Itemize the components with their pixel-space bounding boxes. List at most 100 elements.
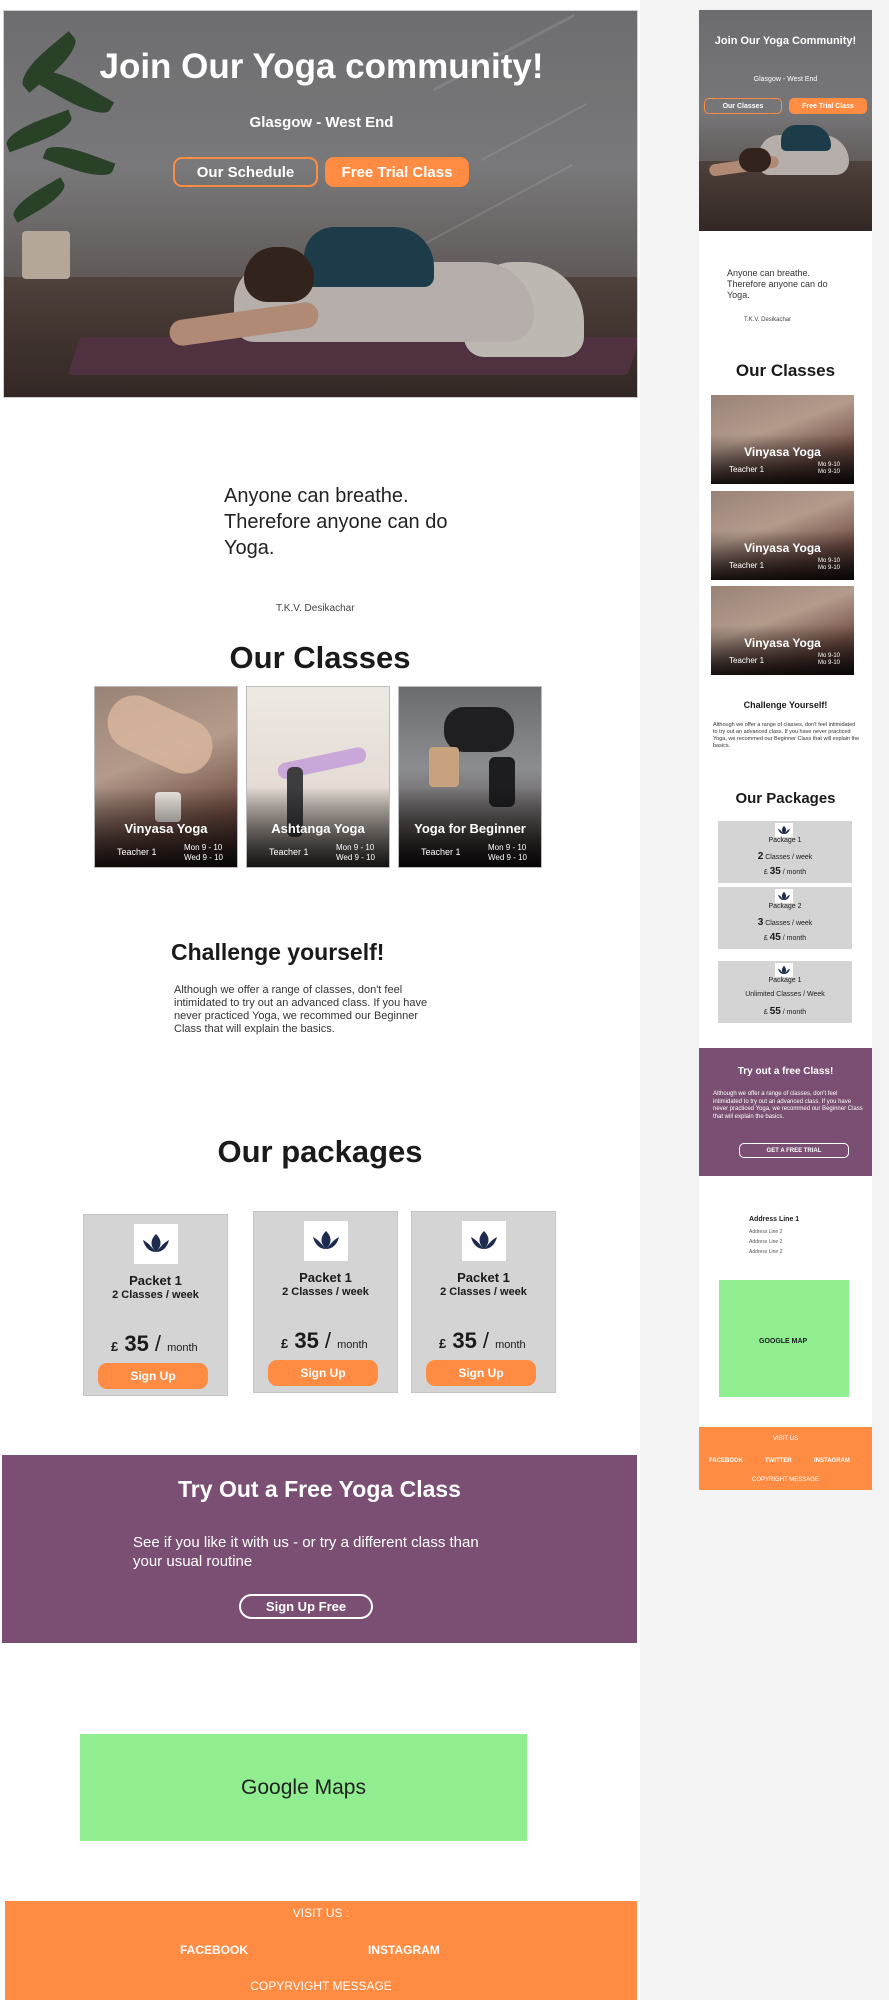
quote-text: Anyone can breathe. Therefore anyone can… xyxy=(224,485,448,559)
mobile-package-name: Package 1 xyxy=(768,977,802,984)
mobile-google-map-placeholder[interactable]: GOOGLE MAP xyxy=(719,1280,849,1397)
hero-title: Join Our Yoga community! xyxy=(99,47,544,86)
facebook-link[interactable]: FACEBOOK xyxy=(180,1943,248,1957)
mobile-instagram-link[interactable]: INSTAGRAM xyxy=(814,1458,850,1464)
mobile-package-name: Package 1 xyxy=(768,837,802,844)
mobile-class-times: Mo 9-10 Mo 9-10 xyxy=(817,653,840,666)
lotus-icon xyxy=(775,963,793,977)
package-classes: 2 Classes / week xyxy=(112,1289,199,1301)
mobile-package-classes: 2 Classes / week xyxy=(757,851,813,862)
mobile-hero-subtitle: Glasgow - West End xyxy=(753,76,818,83)
challenge-text: Although we offer a range of classes, do… xyxy=(174,984,428,1035)
mobile-footer: VISIT US FACEBOOK TWITTER INSTAGRAM COPY… xyxy=(699,1427,872,1490)
trial-title: Try Out a Free Yoga Class xyxy=(178,1476,461,1502)
class-teacher: Teacher 1 xyxy=(117,847,157,857)
mobile-challenge-title: Challenge Yourself! xyxy=(743,700,828,710)
footer-visit-us: VISIT US : xyxy=(292,1906,350,1920)
package-price: £ 35/ month xyxy=(111,1331,198,1356)
mobile-trial-title: Try out a free Class! xyxy=(737,1066,834,1077)
mobile-quote-text: Anyone can breathe. Therefore anyone can… xyxy=(727,268,828,300)
mobile-hero-title: Join Our Yoga Community! xyxy=(714,35,857,47)
lotus-icon xyxy=(134,1224,178,1264)
mobile-class-name: Vinyasa Yoga xyxy=(744,445,821,459)
trial-text: See if you like it with us - or try a di… xyxy=(133,1534,479,1570)
mobile-class-card[interactable]: Vinyasa Yoga Teacher 1 Mo 9-10 Mo 9-10 xyxy=(711,395,854,484)
package-card: Packet 1 2 Classes / week £ 35/ month Si… xyxy=(411,1211,556,1393)
free-trial-class-button[interactable]: Free Trial Class xyxy=(325,157,469,187)
mobile-challenge-text: Although we offer a range of classes, do… xyxy=(713,722,860,749)
class-times: Mon 9 - 10 Wed 9 - 10 xyxy=(336,843,375,862)
mobile-frame: Join Our Yoga Community! Glasgow - West … xyxy=(699,10,872,1490)
mobile-package-classes: 3 Classes / week xyxy=(757,917,813,928)
mobile-free-trial-section: Try out a free Class! Although we offer … xyxy=(699,1048,872,1176)
address-line: Address Line 2 xyxy=(749,1249,783,1255)
mobile-package-card[interactable]: Package 2 3 Classes / week £ 45 / month xyxy=(718,887,852,949)
mobile-our-classes-button[interactable]: Our Classes xyxy=(704,98,782,114)
packages-title: Our packages xyxy=(217,1134,423,1169)
mobile-class-card[interactable]: Vinyasa Yoga Teacher 1 Mo 9-10 Mo 9-10 xyxy=(711,586,854,675)
footer: VISIT US : FACEBOOK INSTAGRAM COPYRVIGHT… xyxy=(5,1901,637,2000)
hero-section: Join Our Yoga community! Glasgow - West … xyxy=(3,10,638,398)
mobile-package-card[interactable]: Package 1 2 Classes / week £ 35 / month xyxy=(718,821,852,883)
desktop-frame: Join Our Yoga community! Glasgow - West … xyxy=(0,0,640,2000)
mobile-class-card[interactable]: Vinyasa Yoga Teacher 1 Mo 9-10 Mo 9-10 xyxy=(711,491,854,580)
mobile-hero-section: Join Our Yoga Community! Glasgow - West … xyxy=(699,10,872,231)
package-classes: 2 Classes / week xyxy=(282,1286,369,1298)
lotus-icon xyxy=(775,823,793,837)
copyright-message: COPYRVIGHT MESSAGE xyxy=(250,1979,392,1993)
package-price: £ 35/ month xyxy=(439,1328,526,1353)
class-card-ashtanga[interactable]: Ashtanga Yoga Teacher 1 Mon 9 - 10 Wed 9… xyxy=(246,686,390,868)
package-card: Packet 1 2 Classes / week £ 35/ month Si… xyxy=(253,1211,398,1393)
mobile-class-teacher: Teacher 1 xyxy=(729,656,765,665)
mobile-facebook-link[interactable]: FACEBOOK xyxy=(709,1458,743,1464)
sign-up-button[interactable]: Sign Up xyxy=(268,1360,378,1386)
mobile-map-label: GOOGLE MAP xyxy=(759,1338,808,1345)
lotus-icon xyxy=(304,1221,348,1261)
class-name: Vinyasa Yoga xyxy=(124,821,208,836)
mobile-package-price: £ 35 / month xyxy=(763,866,807,877)
sign-up-button[interactable]: Sign Up xyxy=(98,1363,208,1389)
google-maps-placeholder[interactable]: Google Maps xyxy=(80,1734,527,1841)
mobile-package-name: Package 2 xyxy=(768,903,802,910)
sign-up-button[interactable]: Sign Up xyxy=(426,1360,536,1386)
mobile-class-teacher: Teacher 1 xyxy=(729,561,765,570)
class-card-vinyasa[interactable]: Vinyasa Yoga Teacher 1 Mon 9 - 10 Wed 9 … xyxy=(94,686,238,868)
mobile-quote-author: T.K.V. Desikachar xyxy=(744,317,792,323)
mobile-class-times: Mo 9-10 Mo 9-10 xyxy=(817,462,840,475)
mobile-class-name: Vinyasa Yoga xyxy=(744,636,821,650)
package-price: £ 35/ month xyxy=(281,1328,368,1353)
package-card: Packet 1 2 Classes / week £ 35/ month Si… xyxy=(83,1214,228,1396)
package-name: Packet 1 xyxy=(457,1270,510,1285)
package-name: Packet 1 xyxy=(129,1273,182,1288)
instagram-link[interactable]: INSTAGRAM xyxy=(368,1943,440,1957)
lotus-icon xyxy=(462,1221,506,1261)
class-teacher: Teacher 1 xyxy=(269,847,309,857)
class-times: Mon 9 - 10 Wed 9 - 10 xyxy=(488,843,527,862)
class-card-beginner[interactable]: Yoga for Beginner Teacher 1 Mon 9 - 10 W… xyxy=(398,686,542,868)
our-schedule-button[interactable]: Our Schedule xyxy=(173,157,318,187)
lotus-icon xyxy=(775,889,793,903)
quote-author: T.K.V. Desikachar xyxy=(276,603,355,614)
free-trial-section: Try Out a Free Yoga Class See if you lik… xyxy=(2,1455,637,1643)
class-times: Mon 9 - 10 Wed 9 - 10 xyxy=(184,843,223,862)
mobile-free-trial-button[interactable]: Free Trial Class xyxy=(789,98,867,114)
mobile-package-card[interactable]: Package 1 Unlimited Classes / Week £ 55 … xyxy=(718,961,852,1023)
sign-up-free-button[interactable]: Sign Up Free xyxy=(239,1594,373,1619)
challenge-title: Challenge yourself! xyxy=(171,939,385,965)
mobile-package-price: £ 55 / month xyxy=(763,1006,807,1017)
get-a-free-trial-button[interactable]: GET A FREE TRIAL xyxy=(739,1143,849,1158)
mobile-twitter-link[interactable]: TWITTER xyxy=(765,1458,792,1464)
mobile-footer-visit-us: VISIT US xyxy=(773,1436,798,1442)
hero-subtitle: Glasgow - West End xyxy=(249,114,394,131)
mobile-class-times: Mo 9-10 Mo 9-10 xyxy=(817,558,840,571)
mobile-copyright-message: COPYRIGHT MESSAGE xyxy=(752,1477,819,1483)
mobile-package-price: £ 45 / month xyxy=(763,932,807,943)
mobile-class-name: Vinyasa Yoga xyxy=(744,541,821,555)
address-line: Address Line 2 xyxy=(749,1239,783,1245)
mobile-class-teacher: Teacher 1 xyxy=(729,465,765,474)
package-classes: 2 Classes / week xyxy=(440,1286,527,1298)
mobile-package-classes: Unlimited Classes / Week xyxy=(745,991,825,998)
class-name: Ashtanga Yoga xyxy=(271,821,365,836)
package-name: Packet 1 xyxy=(299,1270,352,1285)
class-teacher: Teacher 1 xyxy=(421,847,461,857)
